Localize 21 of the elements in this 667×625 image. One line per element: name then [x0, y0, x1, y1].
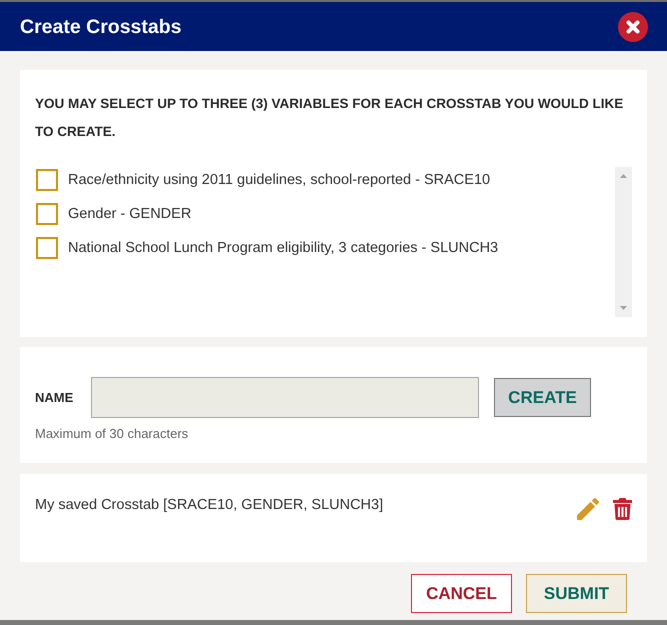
- variable-label: Gender - GENDER: [68, 205, 192, 224]
- instruction-text: YOU MAY SELECT UP TO THREE (3) VARIABLES FOR EACH CROSSTAB YOU WOULD LIKE TO CREATE.: [35, 95, 624, 141]
- name-input[interactable]: [91, 377, 479, 418]
- field-hint: Maximum of 30 characters: [35, 426, 190, 442]
- scrollbar[interactable]: [615, 167, 632, 317]
- submit-button[interactable]: SUBMIT: [526, 574, 627, 613]
- checkbox[interactable]: [36, 203, 58, 225]
- close-icon[interactable]: [618, 12, 648, 42]
- scroll-down-arrow-icon[interactable]: [620, 306, 627, 310]
- checkbox[interactable]: [36, 237, 58, 259]
- cancel-button[interactable]: CANCEL: [411, 574, 512, 613]
- saved-crosstab-label: My saved Crosstab [SRACE10, GENDER, SLUNCH3]: [35, 496, 384, 515]
- variable-label: Race/ethnicity using 2011 guidelines, school-reported - SRACE10: [68, 171, 490, 190]
- dialog-title: Create Crosstabs: [20, 14, 182, 38]
- checkbox[interactable]: [36, 169, 58, 191]
- name-label: NAME: [35, 390, 74, 405]
- create-button[interactable]: CREATE: [494, 378, 591, 417]
- trash-icon[interactable]: [613, 498, 632, 520]
- scroll-up-arrow-icon[interactable]: [620, 174, 627, 178]
- pencil-icon[interactable]: [577, 498, 599, 520]
- variable-label: National School Lunch Program eligibility, 3 categories - SLUNCH3: [68, 239, 498, 258]
